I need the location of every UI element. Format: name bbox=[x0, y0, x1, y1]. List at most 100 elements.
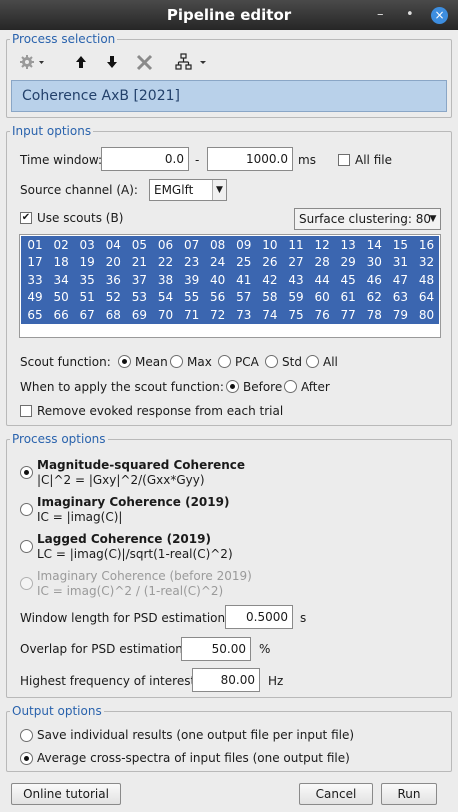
scout-item[interactable]: 24 bbox=[205, 254, 231, 271]
scout-item[interactable]: 25 bbox=[231, 254, 257, 271]
overlap-field[interactable]: 50.00 bbox=[181, 637, 251, 661]
scout-item[interactable]: 18 bbox=[48, 254, 74, 271]
scout-item[interactable]: 26 bbox=[257, 254, 283, 271]
scout-item[interactable]: 60 bbox=[309, 289, 335, 306]
scout-item[interactable]: 10 bbox=[257, 237, 283, 254]
close-button[interactable]: × bbox=[431, 7, 448, 24]
scout-item[interactable]: 06 bbox=[153, 237, 179, 254]
scout-item[interactable]: 59 bbox=[283, 289, 309, 306]
scout-item[interactable]: 30 bbox=[361, 254, 387, 271]
scout-item[interactable]: 72 bbox=[205, 307, 231, 324]
scout-item[interactable]: 03 bbox=[74, 237, 100, 254]
scout-item[interactable]: 27 bbox=[283, 254, 309, 271]
scout-item[interactable]: 35 bbox=[74, 272, 100, 289]
scout-item[interactable]: 62 bbox=[361, 289, 387, 306]
scout-item[interactable]: 80 bbox=[414, 307, 440, 324]
scout-item[interactable]: 47 bbox=[387, 272, 413, 289]
scout-item[interactable]: 46 bbox=[361, 272, 387, 289]
all-file-checkbox[interactable] bbox=[338, 154, 350, 166]
remove-evoked-checkbox[interactable] bbox=[20, 405, 32, 417]
scout-item[interactable]: 34 bbox=[48, 272, 74, 289]
scout-item[interactable]: 15 bbox=[387, 237, 413, 254]
surface-clustering-select[interactable]: Surface clustering: 80 ▼ bbox=[294, 208, 441, 230]
scout-item[interactable]: 29 bbox=[335, 254, 361, 271]
scout-item[interactable]: 28 bbox=[309, 254, 335, 271]
scout-item[interactable]: 21 bbox=[126, 254, 152, 271]
scout-item[interactable]: 67 bbox=[74, 307, 100, 324]
scout-item[interactable]: 04 bbox=[100, 237, 126, 254]
method-ic-radio[interactable] bbox=[20, 503, 33, 516]
scout-function-pca-radio[interactable] bbox=[218, 355, 231, 368]
scout-item[interactable]: 05 bbox=[126, 237, 152, 254]
use-scouts-checkbox[interactable]: ✔ bbox=[20, 212, 32, 224]
scout-item[interactable]: 76 bbox=[309, 307, 335, 324]
scout-item[interactable]: 73 bbox=[231, 307, 257, 324]
scout-item[interactable]: 78 bbox=[361, 307, 387, 324]
scout-item[interactable]: 14 bbox=[361, 237, 387, 254]
cancel-button[interactable]: Cancel bbox=[299, 783, 373, 805]
max-freq-field[interactable]: 80.00 bbox=[192, 668, 260, 692]
scout-item[interactable]: 08 bbox=[205, 237, 231, 254]
time-start-field[interactable]: 0.0 bbox=[101, 147, 189, 171]
when-apply-before-radio[interactable] bbox=[226, 380, 239, 393]
scout-item[interactable]: 23 bbox=[179, 254, 205, 271]
selected-process-item[interactable]: Coherence AxB [2021] bbox=[11, 80, 447, 112]
scout-item[interactable]: 57 bbox=[231, 289, 257, 306]
tree-icon[interactable] bbox=[175, 53, 209, 75]
scout-item[interactable]: 63 bbox=[387, 289, 413, 306]
scout-item[interactable]: 07 bbox=[179, 237, 205, 254]
scout-item[interactable]: 56 bbox=[205, 289, 231, 306]
scout-item[interactable]: 41 bbox=[231, 272, 257, 289]
scout-item[interactable]: 68 bbox=[100, 307, 126, 324]
arrow-down-icon[interactable] bbox=[106, 54, 118, 74]
scout-item[interactable]: 19 bbox=[74, 254, 100, 271]
window-length-field[interactable]: 0.5000 bbox=[225, 605, 293, 629]
method-lc-radio[interactable] bbox=[20, 540, 33, 553]
scout-item[interactable]: 12 bbox=[309, 237, 335, 254]
scout-item[interactable]: 52 bbox=[100, 289, 126, 306]
output-average-radio[interactable] bbox=[20, 752, 33, 765]
scout-item[interactable]: 17 bbox=[22, 254, 48, 271]
online-tutorial-button[interactable]: Online tutorial bbox=[11, 783, 121, 805]
scout-item[interactable]: 31 bbox=[387, 254, 413, 271]
output-individual-radio[interactable] bbox=[20, 729, 33, 742]
scout-item[interactable]: 77 bbox=[335, 307, 361, 324]
scout-item[interactable]: 01 bbox=[22, 237, 48, 254]
scout-item[interactable]: 36 bbox=[100, 272, 126, 289]
scout-item[interactable]: 49 bbox=[22, 289, 48, 306]
source-channel-select[interactable]: EMGlft ▼ bbox=[149, 179, 227, 201]
scout-item[interactable]: 22 bbox=[153, 254, 179, 271]
scout-item[interactable]: 50 bbox=[48, 289, 74, 306]
scout-item[interactable]: 79 bbox=[387, 307, 413, 324]
scout-function-all-radio[interactable] bbox=[306, 355, 319, 368]
scout-function-std-radio[interactable] bbox=[265, 355, 278, 368]
scout-item[interactable]: 45 bbox=[335, 272, 361, 289]
scout-item[interactable]: 75 bbox=[283, 307, 309, 324]
scout-item[interactable]: 65 bbox=[22, 307, 48, 324]
scout-item[interactable]: 66 bbox=[48, 307, 74, 324]
scout-item[interactable]: 20 bbox=[100, 254, 126, 271]
scout-item[interactable]: 33 bbox=[22, 272, 48, 289]
arrow-up-icon[interactable] bbox=[75, 54, 87, 74]
scout-item[interactable]: 64 bbox=[414, 289, 440, 306]
scout-item[interactable]: 16 bbox=[414, 237, 440, 254]
scout-item[interactable]: 43 bbox=[283, 272, 309, 289]
scout-item[interactable]: 38 bbox=[153, 272, 179, 289]
scout-item[interactable]: 61 bbox=[335, 289, 361, 306]
scout-item[interactable]: 69 bbox=[126, 307, 152, 324]
scout-item[interactable]: 42 bbox=[257, 272, 283, 289]
scout-item[interactable]: 58 bbox=[257, 289, 283, 306]
time-end-field[interactable]: 1000.0 bbox=[207, 147, 293, 171]
scout-item[interactable]: 11 bbox=[283, 237, 309, 254]
scout-list[interactable]: 01 02 03 04 05 06 07 08 09 10 11 12 13 14 15 16 17 18 19 20… bbox=[19, 234, 441, 338]
scout-item[interactable]: 54 bbox=[153, 289, 179, 306]
scout-item[interactable]: 44 bbox=[309, 272, 335, 289]
scout-item[interactable]: 40 bbox=[205, 272, 231, 289]
scout-item[interactable]: 70 bbox=[153, 307, 179, 324]
run-button[interactable]: Run bbox=[381, 783, 437, 805]
scout-item[interactable]: 02 bbox=[48, 237, 74, 254]
scout-item[interactable]: 09 bbox=[231, 237, 257, 254]
scout-item[interactable]: 74 bbox=[257, 307, 283, 324]
gear-icon[interactable] bbox=[19, 54, 45, 74]
scout-function-mean-radio[interactable] bbox=[118, 355, 131, 368]
